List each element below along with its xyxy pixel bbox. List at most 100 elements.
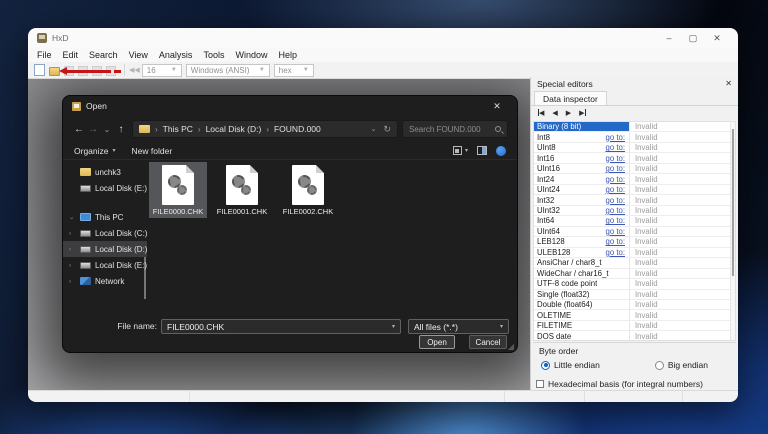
chevron-right-icon[interactable]: › — [69, 246, 71, 253]
address-dropdown-icon[interactable]: ⌄ — [371, 125, 377, 133]
minimize-icon[interactable]: – — [657, 28, 681, 48]
first-icon[interactable]: ◀ — [538, 109, 544, 117]
goto-link[interactable]: go to: — [605, 227, 629, 236]
goto-link[interactable]: go to: — [605, 237, 629, 246]
prev-icon[interactable]: ◀ — [552, 109, 557, 117]
inspector-row-leb128[interactable]: LEB128 go to: Invalid — [534, 237, 735, 248]
breadcrumb-item-found-000[interactable]: FOUND.000 — [274, 124, 321, 134]
up-icon[interactable]: ↑ — [114, 124, 128, 135]
view-mode-button[interactable]: ▾ — [452, 146, 468, 155]
encoding-select[interactable]: Windows (ANSI) ▼ — [185, 63, 270, 77]
menu-window[interactable]: Window — [235, 50, 267, 60]
breadcrumb-item-this-pc[interactable]: This PC — [163, 124, 193, 134]
sidebar-item-local-disk-c[interactable]: › Local Disk (C:) — [63, 225, 147, 241]
menu-tools[interactable]: Tools — [203, 50, 224, 60]
goto-link[interactable]: go to: — [605, 185, 629, 194]
inspector-row-widechar-char16-t[interactable]: WideChar / char16_t Invalid — [534, 268, 735, 280]
chevron-right-icon[interactable]: › — [69, 262, 71, 269]
goto-link[interactable]: go to: — [605, 133, 629, 142]
hxd-titlebar[interactable]: HxD – ▢ ✕ — [28, 28, 738, 48]
big-endian-radio[interactable]: Big endian — [654, 360, 708, 370]
bytes-per-row-select[interactable]: 16 ▼ — [141, 63, 182, 77]
menu-file[interactable]: File — [37, 50, 52, 60]
close-icon[interactable]: ✕ — [486, 101, 508, 112]
next-icon[interactable]: ▶ — [566, 109, 571, 117]
menu-help[interactable]: Help — [278, 50, 297, 60]
file-tile-file0000-chk[interactable]: FILE0000.CHK — [149, 162, 207, 218]
refresh-icon[interactable]: ↻ — [383, 124, 391, 135]
new-file-icon[interactable] — [34, 64, 45, 76]
goto-link[interactable]: go to: — [605, 206, 629, 215]
last-icon[interactable]: ▶ — [579, 109, 586, 117]
sidebar-item-local-disk-e[interactable]: › Local Disk (E:) — [63, 257, 147, 273]
inspector-row-single-float32[interactable]: Single (float32) Invalid — [534, 289, 735, 300]
inspector-row-uint16[interactable]: UInt16 go to: Invalid — [534, 163, 735, 175]
goto-link[interactable]: go to: — [605, 196, 629, 205]
inspector-type-label: Single (float32) — [537, 289, 590, 299]
organize-button[interactable]: Organize ▾ — [74, 146, 116, 156]
inspector-row-uint8[interactable]: UInt8 go to: Invalid — [534, 142, 735, 154]
sidebar-item-local-disk-d[interactable]: › Local Disk (D:) — [63, 241, 147, 257]
inspector-scrollbar[interactable] — [730, 122, 735, 340]
goto-link[interactable]: go to: — [605, 164, 629, 173]
breadcrumb-item-local-disk-d[interactable]: Local Disk (D:) — [206, 124, 262, 134]
tab-data-inspector[interactable]: Data inspector — [534, 91, 607, 105]
chevron-right-icon[interactable]: › — [69, 230, 71, 237]
inspector-row-utf-8-code-point[interactable]: UTF-8 code point Invalid — [534, 279, 735, 290]
chevron-down-icon[interactable]: ⌄ — [69, 213, 74, 221]
sidebar-item-network[interactable]: › Network — [63, 273, 147, 289]
inspector-value: Invalid — [629, 310, 735, 320]
inspector-row-uint64[interactable]: UInt64 go to: Invalid — [534, 226, 735, 238]
resize-grip[interactable] — [508, 344, 514, 350]
inspector-row-ansichar-char8-t[interactable]: AnsiChar / char8_t Invalid — [534, 258, 735, 269]
help-icon[interactable] — [496, 145, 506, 156]
inspector-row-int24[interactable]: Int24 go to: Invalid — [534, 174, 735, 185]
file-tile-file0002-chk[interactable]: FILE0002.CHK — [279, 162, 337, 218]
sidebar-item-unchk3[interactable]: unchk3 — [63, 164, 147, 180]
menu-edit[interactable]: Edit — [63, 50, 79, 60]
sidebar-item-local-disk-e[interactable]: Local Disk (E:) — [63, 180, 147, 196]
cancel-button[interactable]: Cancel — [469, 335, 507, 349]
inspector-row-int16[interactable]: Int16 go to: Invalid — [534, 153, 735, 164]
chevron-right-icon[interactable]: › — [69, 278, 71, 285]
inspector-row-uleb128[interactable]: ULEB128 go to: Invalid — [534, 247, 735, 259]
little-endian-radio[interactable]: Little endian — [541, 360, 600, 370]
open-dialog-titlebar[interactable]: Open ✕ — [63, 96, 517, 116]
inspector-row-double-float64[interactable]: Double (float64) Invalid — [534, 299, 735, 311]
goto-link[interactable]: go to: — [605, 216, 629, 225]
inspector-row-binary-8-bit[interactable]: Binary (8 bit) Invalid — [534, 122, 735, 133]
menu-analysis[interactable]: Analysis — [159, 50, 193, 60]
recent-locations-icon[interactable]: ⌄ — [100, 125, 114, 134]
goto-link[interactable]: go to: — [605, 248, 629, 257]
inspector-row-oletime[interactable]: OLETIME Invalid — [534, 310, 735, 321]
search-input[interactable]: Search FOUND.000 — [402, 120, 508, 138]
file-type-select[interactable]: All files (*.*) ▾ — [408, 319, 509, 334]
jump-back-icon[interactable]: ◀◀ — [129, 66, 140, 74]
forward-icon[interactable]: → — [86, 124, 100, 135]
menu-search[interactable]: Search — [89, 50, 118, 60]
maximize-icon[interactable]: ▢ — [681, 28, 705, 48]
menu-view[interactable]: View — [129, 50, 148, 60]
inspector-row-uint32[interactable]: UInt32 go to: Invalid — [534, 205, 735, 217]
breadcrumb[interactable]: › This PC › Local Disk (D:) › FOUND.000 ⌄ ↻ — [132, 120, 398, 138]
inspector-row-filetime[interactable]: FILETIME Invalid — [534, 320, 735, 332]
file-name-input[interactable]: FILE0000.CHK ▾ — [161, 319, 401, 334]
inspector-row-int64[interactable]: Int64 go to: Invalid — [534, 216, 735, 227]
close-icon[interactable]: ✕ — [725, 79, 732, 88]
open-button[interactable]: Open — [419, 335, 455, 349]
inspector-row-int8[interactable]: Int8 go to: Invalid — [534, 132, 735, 143]
goto-link[interactable]: go to: — [605, 175, 629, 184]
file-tile-file0001-chk[interactable]: FILE0001.CHK — [213, 162, 271, 218]
inspector-row-int32[interactable]: Int32 go to: Invalid — [534, 195, 735, 206]
inspector-row-uint24[interactable]: UInt24 go to: Invalid — [534, 184, 735, 196]
new-folder-button[interactable]: New folder — [132, 146, 173, 156]
back-icon[interactable]: ← — [72, 124, 86, 135]
goto-link[interactable]: go to: — [605, 154, 629, 163]
preview-pane-icon[interactable] — [477, 146, 487, 155]
hex-basis-checkbox[interactable]: Hexadecimal basis (for integral numbers) — [531, 376, 738, 391]
sidebar-item-this-pc[interactable]: ⌄ This PC — [63, 209, 147, 225]
offset-base-select[interactable]: hex ▼ — [273, 63, 314, 77]
goto-link[interactable]: go to: — [605, 143, 629, 152]
inspector-row-dos-date[interactable]: DOS date Invalid — [534, 331, 735, 340]
close-icon[interactable]: ✕ — [705, 28, 729, 48]
